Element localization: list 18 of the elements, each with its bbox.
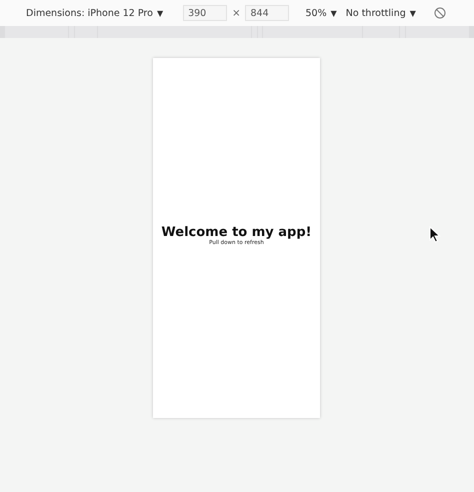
media-query-segment[interactable] [5, 26, 68, 38]
height-field[interactable]: 844 [245, 5, 290, 21]
media-query-segment[interactable] [252, 26, 257, 38]
width-field[interactable]: 390 [183, 5, 228, 21]
media-query-segment[interactable] [400, 26, 405, 38]
media-query-segment[interactable] [363, 26, 400, 38]
media-query-segment[interactable] [406, 26, 469, 38]
times-sign: × [232, 8, 240, 18]
media-query-segment[interactable] [69, 26, 74, 38]
throttling-dropdown[interactable]: No throttling ▼ [346, 8, 416, 18]
media-query-segment[interactable] [98, 26, 252, 38]
media-query-segment[interactable] [263, 26, 362, 38]
zoom-dropdown[interactable]: 50% ▼ [305, 8, 337, 18]
welcome-title: Welcome to my app! [161, 224, 312, 240]
media-query-segment[interactable] [258, 26, 262, 38]
cursor-icon [429, 226, 441, 243]
device-dropdown[interactable]: Dimensions: iPhone 12 Pro ▼ [26, 8, 164, 18]
media-query-segment[interactable] [74, 26, 98, 38]
